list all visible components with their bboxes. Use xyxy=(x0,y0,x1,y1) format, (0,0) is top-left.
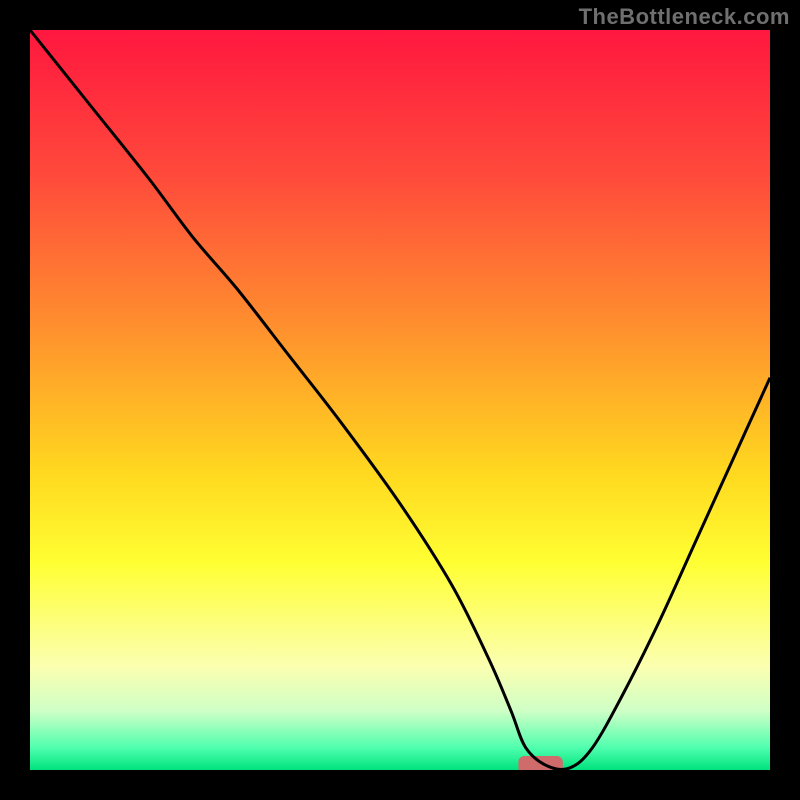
chart-frame: TheBottleneck.com xyxy=(0,0,800,800)
gradient-background xyxy=(30,30,770,770)
plot-area xyxy=(30,30,770,770)
chart-svg xyxy=(30,30,770,770)
watermark-text: TheBottleneck.com xyxy=(579,4,790,30)
